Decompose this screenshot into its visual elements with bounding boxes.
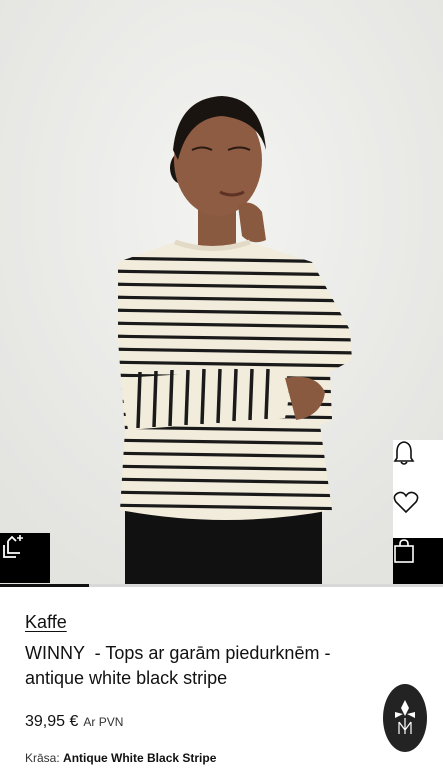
size-fit-button[interactable]	[0, 533, 50, 583]
wishlist-button[interactable]	[393, 490, 443, 538]
color-label: Krāsa:	[25, 751, 60, 765]
product-info: Kaffe WINNY - Tops ar garām piedurknēm -…	[25, 612, 385, 731]
shopping-bag-icon	[394, 539, 414, 563]
gallery-progress	[0, 584, 443, 587]
notify-button[interactable]	[393, 440, 443, 490]
heart-icon	[393, 491, 419, 514]
bell-icon	[393, 441, 415, 465]
gallery-progress-fill	[0, 584, 89, 587]
product-price: 39,95 €	[25, 713, 79, 730]
price-row: 39,95 € Ar PVN	[25, 713, 385, 731]
size-fit-icon	[3, 535, 23, 558]
model-photo	[0, 0, 443, 586]
product-image[interactable]	[0, 0, 443, 586]
product-title: WINNY - Tops ar garām piedurknēm - antiq…	[25, 643, 336, 688]
add-to-bag-button[interactable]	[393, 538, 443, 586]
assistant-button[interactable]	[383, 684, 427, 752]
color-value: Antique White Black Stripe	[63, 751, 217, 765]
color-selection: Krāsa: Antique White Black Stripe	[25, 751, 216, 765]
brand-assistant-icon	[395, 700, 415, 734]
vat-note: Ar PVN	[83, 715, 124, 729]
brand-link[interactable]: Kaffe	[25, 612, 67, 633]
